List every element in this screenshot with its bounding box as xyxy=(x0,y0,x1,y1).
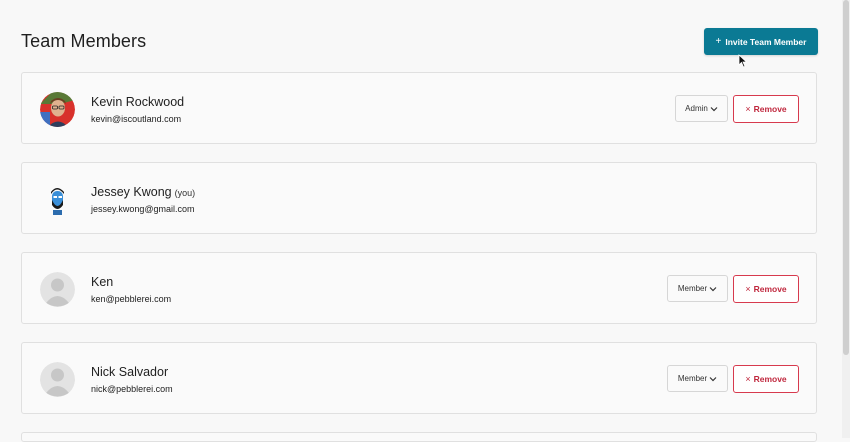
avatar xyxy=(40,272,75,307)
role-value: Member xyxy=(677,284,708,293)
team-members-page: Team Members + Invite Team Member Kevin … xyxy=(0,0,842,442)
remove-button[interactable]: × Remove xyxy=(733,275,799,303)
page-title: Team Members xyxy=(21,31,147,51)
close-icon: × xyxy=(745,374,751,384)
avatar xyxy=(40,362,75,397)
role-value: Admin xyxy=(685,104,708,113)
close-icon: × xyxy=(745,104,751,114)
remove-button[interactable]: × Remove xyxy=(733,95,799,123)
member-email: kevin@iscoutland.com xyxy=(91,114,182,124)
chevron-down-icon xyxy=(709,286,717,291)
chevron-down-icon xyxy=(710,106,718,111)
remove-label: Remove xyxy=(753,284,787,294)
member-email: jessey.kwong@gmail.com xyxy=(91,204,195,214)
remove-label: Remove xyxy=(753,374,787,384)
scrollbar[interactable] xyxy=(842,0,850,438)
member-name: Ken xyxy=(91,275,114,289)
member-name: Kevin Rockwood xyxy=(91,95,185,109)
member-card: Ken ken@pebblerei.com Member × Remove xyxy=(21,252,817,324)
you-tag: (you) xyxy=(174,188,196,198)
member-card: Jessey Kwong (you) jessey.kwong@gmail.com xyxy=(21,162,817,234)
member-email: nick@pebblerei.com xyxy=(91,384,173,394)
remove-label: Remove xyxy=(753,104,787,114)
plus-icon: + xyxy=(715,36,722,47)
member-card: Kevin Rockwood kevin@iscoutland.com Admi… xyxy=(21,72,817,144)
member-name: Jessey Kwong (you) xyxy=(91,185,196,199)
member-name: Nick Salvador xyxy=(91,365,169,379)
chevron-down-icon xyxy=(709,376,717,381)
role-select[interactable]: Member xyxy=(667,365,728,392)
role-select[interactable]: Member xyxy=(667,275,728,302)
invite-team-member-button[interactable]: + Invite Team Member xyxy=(704,28,818,55)
remove-button[interactable]: × Remove xyxy=(733,365,799,393)
invite-button-label: Invite Team Member xyxy=(725,36,807,47)
member-email: ken@pebblerei.com xyxy=(91,294,172,304)
role-select[interactable]: Admin xyxy=(675,95,728,122)
scrollbar-thumb[interactable] xyxy=(843,0,849,355)
member-card xyxy=(21,432,817,442)
member-card: Nick Salvador nick@pebblerei.com Member … xyxy=(21,342,817,414)
role-value: Member xyxy=(677,374,708,383)
mouse-cursor-icon xyxy=(738,54,748,68)
avatar xyxy=(40,182,75,217)
close-icon: × xyxy=(745,284,751,294)
avatar xyxy=(40,92,75,127)
